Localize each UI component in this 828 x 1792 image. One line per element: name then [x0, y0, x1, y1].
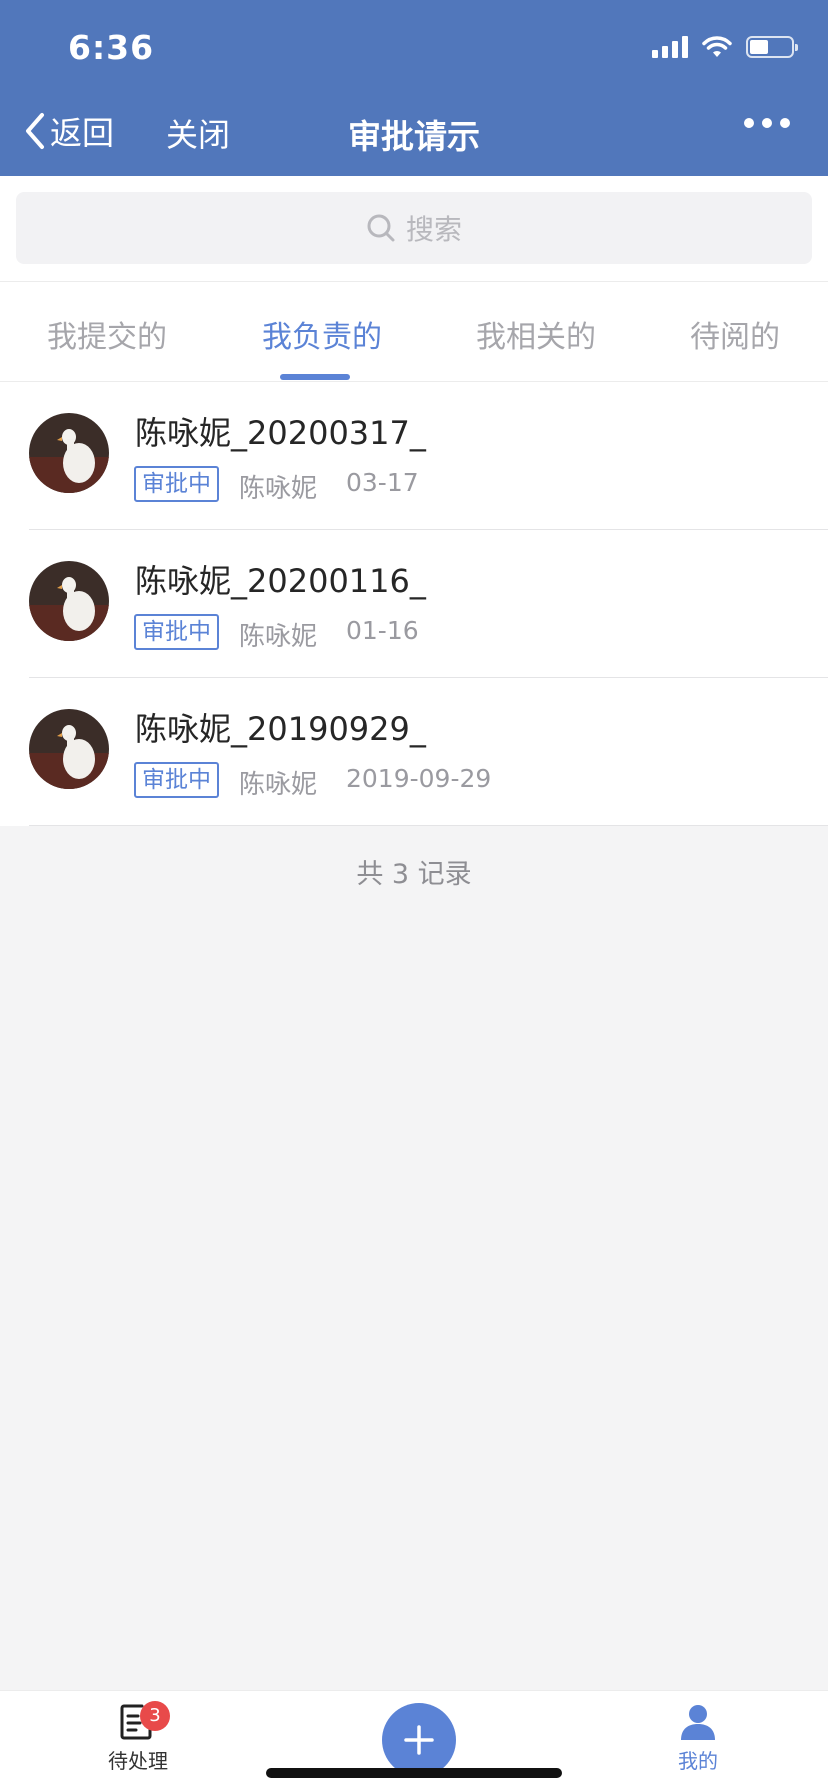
search-icon	[367, 214, 395, 242]
item-date: 2019-09-29	[346, 764, 492, 793]
tab-mine-label: 我的	[678, 1749, 718, 1773]
status-badge: 审批中	[134, 466, 219, 502]
plus-icon	[404, 1725, 434, 1755]
record-count: 共 3 记录	[356, 859, 472, 890]
tab-pending-label: 待处理	[108, 1749, 168, 1773]
item-title: 陈咏妮_20200317_	[135, 414, 426, 452]
tab-responsible[interactable]: 我负责的	[262, 312, 382, 356]
active-tab-indicator	[280, 374, 350, 380]
cellular-signal-icon	[652, 36, 688, 58]
home-indicator	[266, 1768, 562, 1778]
pending-count-badge: 3	[140, 1701, 170, 1731]
tab-submitted[interactable]: 我提交的	[47, 312, 167, 356]
approval-list: 陈咏妮_20200317_ 审批中 陈咏妮 03-17 陈咏妮_20200116…	[0, 382, 828, 826]
more-dots-icon	[744, 118, 754, 128]
list-item[interactable]: 陈咏妮_20200116_ 审批中 陈咏妮 01-16	[0, 530, 828, 678]
item-title: 陈咏妮_20200116_	[135, 562, 426, 600]
list-item[interactable]: 陈咏妮_20200317_ 审批中 陈咏妮 03-17	[0, 382, 828, 530]
status-indicators	[652, 36, 798, 58]
avatar	[29, 561, 109, 641]
filter-tabs: 我提交的 我负责的 我相关的 待阅的	[0, 282, 828, 382]
more-options-button[interactable]	[744, 118, 790, 128]
search-bar: 搜索	[0, 176, 828, 282]
status-badge: 审批中	[134, 614, 219, 650]
item-date: 03-17	[346, 468, 419, 497]
search-input[interactable]: 搜索	[16, 192, 812, 264]
item-author: 陈咏妮	[239, 474, 318, 504]
item-author: 陈咏妮	[239, 770, 318, 800]
item-title: 陈咏妮_20190929_	[135, 710, 426, 748]
add-button[interactable]	[382, 1703, 456, 1777]
item-date: 01-16	[346, 616, 419, 645]
user-icon	[681, 1705, 715, 1740]
status-time: 6:36	[68, 28, 155, 67]
avatar	[29, 413, 109, 493]
tab-to-read[interactable]: 待阅的	[690, 312, 780, 356]
avatar	[29, 709, 109, 789]
tab-related[interactable]: 我相关的	[476, 312, 596, 356]
wifi-icon	[702, 36, 732, 57]
divider	[29, 825, 828, 826]
page-title: 审批请示	[348, 117, 480, 156]
list-item[interactable]: 陈咏妮_20190929_ 审批中 陈咏妮 2019-09-29	[0, 678, 828, 826]
tab-mine[interactable]: 我的	[656, 1703, 740, 1774]
item-author: 陈咏妮	[239, 622, 318, 652]
tab-pending[interactable]: 3 待处理	[96, 1701, 180, 1774]
status-badge: 审批中	[134, 762, 219, 798]
battery-icon	[746, 36, 798, 58]
header: 6:36 返回 关闭 审批请示	[0, 0, 828, 176]
search-placeholder: 搜索	[405, 213, 462, 246]
